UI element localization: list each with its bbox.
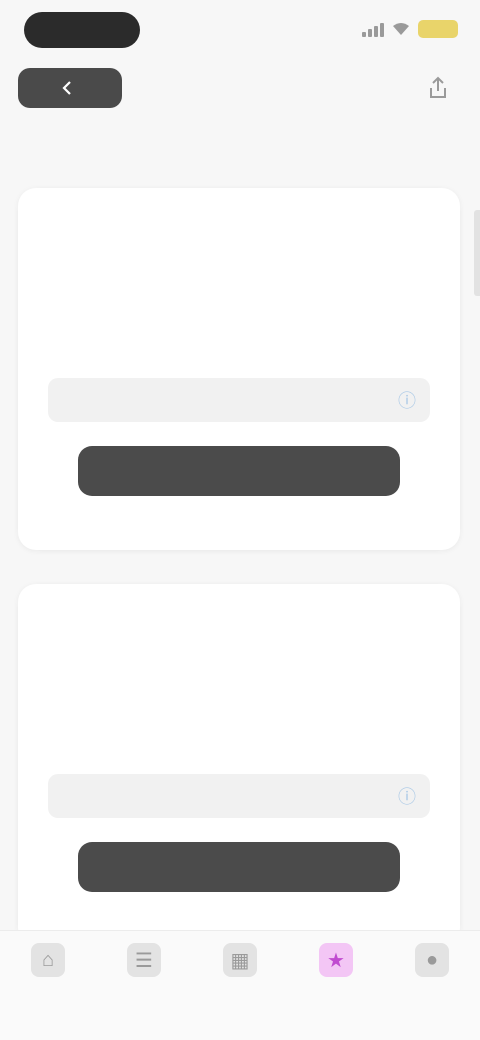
home-icon: ⌂ xyxy=(31,943,65,977)
card-input-wrapper: ⓘ xyxy=(48,774,430,818)
header xyxy=(0,60,480,116)
card: ⓘ xyxy=(18,188,460,550)
tab-profile[interactable]: ● xyxy=(384,931,480,1040)
info-icon[interactable]: ⓘ xyxy=(398,387,416,413)
status-time xyxy=(24,12,140,48)
tab-bar: ⌂ ☰ ▦ ★ ● xyxy=(0,930,480,1040)
tab-list[interactable]: ☰ xyxy=(96,931,192,1040)
grid-icon: ▦ xyxy=(223,943,257,977)
card-action-button[interactable] xyxy=(78,842,400,892)
wifi-icon xyxy=(393,23,409,35)
card: ⓘ xyxy=(18,584,460,946)
chevron-left-icon xyxy=(62,81,71,95)
signal-icon xyxy=(362,21,384,37)
status-bar xyxy=(0,0,480,60)
share-icon xyxy=(430,76,446,98)
card-input[interactable] xyxy=(62,788,390,804)
card-input[interactable] xyxy=(62,392,390,408)
user-icon: ● xyxy=(415,943,449,977)
back-button[interactable] xyxy=(18,68,122,108)
edge-scroll-handle[interactable] xyxy=(474,210,480,296)
share-button[interactable] xyxy=(422,72,454,104)
tab-active[interactable]: ★ xyxy=(288,931,384,1040)
list-icon: ☰ xyxy=(127,943,161,977)
info-icon[interactable]: ⓘ xyxy=(398,783,416,809)
screen: ⓘ ⓘ ⌂ ☰ ▦ ★ ● xyxy=(0,0,480,1040)
battery-icon xyxy=(418,20,458,38)
card-input-wrapper: ⓘ xyxy=(48,378,430,422)
tab-grid[interactable]: ▦ xyxy=(192,931,288,1040)
card-action-button[interactable] xyxy=(78,446,400,496)
tab-home[interactable]: ⌂ xyxy=(0,931,96,1040)
star-icon: ★ xyxy=(319,943,353,977)
status-indicators xyxy=(362,20,458,38)
